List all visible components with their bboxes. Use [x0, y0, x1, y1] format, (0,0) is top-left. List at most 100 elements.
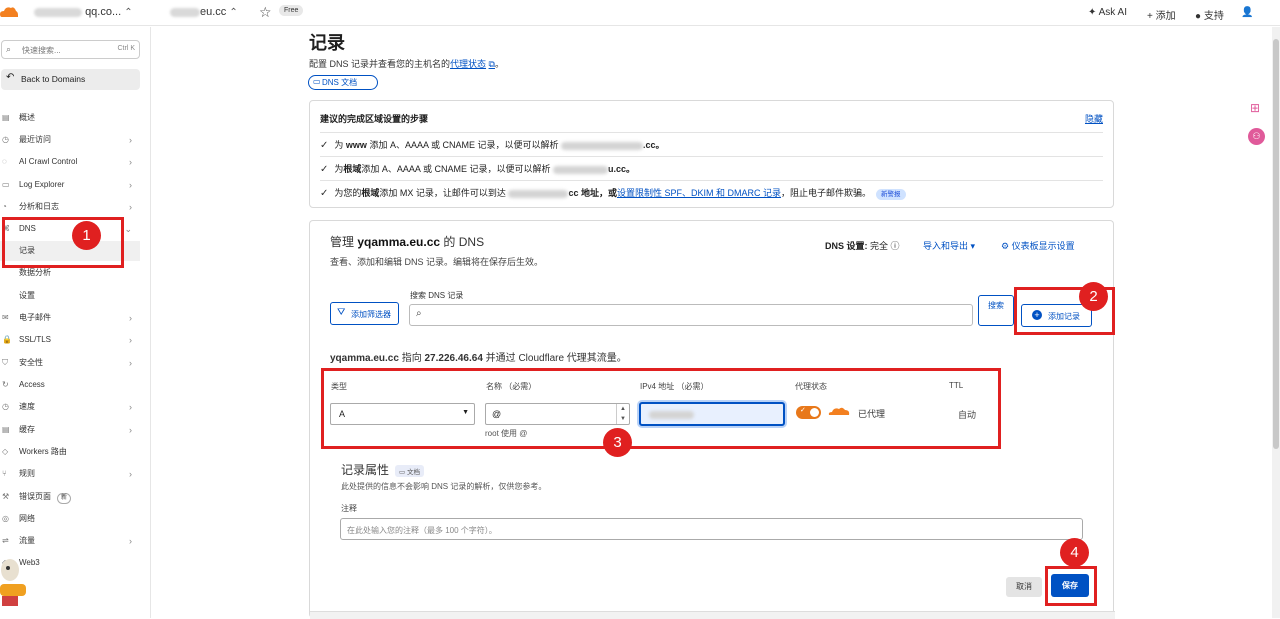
attrs-doc-label: 文档	[406, 468, 420, 476]
attrs-title-text: 记录属性	[341, 463, 390, 477]
dns-setting-label: DNS 设置:	[825, 241, 868, 251]
redacted-account	[34, 7, 82, 17]
page-scrollbar[interactable]	[1272, 27, 1280, 618]
chevron-right-icon: ›	[129, 358, 132, 368]
comment-input[interactable]: 在此处输入您的注释（最多 100 个字符）。	[340, 518, 1083, 540]
sidebar-item-overview[interactable]: ▤ 概述	[0, 108, 140, 128]
chevron-right-icon: ›	[129, 425, 132, 435]
desc-text: 配置 DNS 记录并查看您的主机名的	[309, 59, 451, 69]
right-rail: ⊞ ⚇	[1240, 27, 1272, 618]
chevron-right-icon: ›	[129, 135, 132, 145]
sidebar-item-label: AI Crawl Control	[19, 157, 78, 166]
step-text: 为	[334, 140, 344, 150]
sidebar-item-dns-settings[interactable]: 设置	[0, 286, 140, 306]
sidebar-item-cache[interactable]: ▤ 缓存 ›	[0, 420, 140, 440]
apps-icon[interactable]: ⊞	[1250, 101, 1260, 115]
sidebar-item-label: Access	[19, 380, 45, 389]
star-icon[interactable]: ☆	[259, 4, 272, 21]
back-label: Back to Domains	[21, 74, 86, 84]
sidebar-item-security[interactable]: ⛉ 安全性 ›	[0, 353, 140, 373]
speed-icon: ◷	[2, 402, 9, 411]
points-suffix: 并通过 Cloudflare 代理其流量。	[485, 353, 627, 364]
search-button[interactable]: 搜索	[978, 295, 1014, 326]
add-filter-button[interactable]: ⛛ 添加筛选器	[330, 302, 399, 325]
account-name: qq.co...	[85, 6, 122, 18]
comment-placeholder: 在此处输入您的注释（最多 100 个字符）。	[347, 526, 497, 535]
back-to-domains-button[interactable]: ↶ Back to Domains	[1, 69, 140, 90]
record-attributes-title: 记录属性 ▭ 文档	[341, 461, 424, 478]
sidebar-item-workers[interactable]: ◇ Workers 路由	[0, 442, 140, 462]
attributes-description: 此处提供的信息不会影响 DNS 记录的解析，仅供您参考。	[341, 482, 547, 491]
annotation-box-3	[321, 368, 1001, 449]
search-dns-input[interactable]: ⌕	[409, 304, 973, 326]
add-button[interactable]: + 添加	[1147, 7, 1176, 22]
support-button[interactable]: ● 支持	[1195, 7, 1224, 22]
redacted-domain	[552, 165, 608, 174]
cancel-button[interactable]: 取消	[1006, 577, 1042, 597]
zone-switcher[interactable]: eu.cc ⌃	[170, 6, 238, 18]
email-icon: ✉	[2, 313, 9, 322]
user-icon[interactable]: 👤	[1241, 7, 1253, 18]
chevron-right-icon: ›	[129, 313, 132, 323]
sidebar-item-error-pages[interactable]: ⚒ 错误页面新	[0, 487, 140, 507]
scrollbar-thumb[interactable]	[1273, 39, 1279, 449]
sidebar-item-label: 错误页面	[19, 492, 51, 501]
chevron-right-icon: ›	[129, 180, 132, 190]
sidebar-item-network[interactable]: ◎ 网络	[0, 509, 140, 529]
add-label: 添加	[1155, 11, 1176, 22]
add-filter-label: 添加筛选器	[351, 310, 391, 319]
back-arrow-icon: ↶	[6, 72, 15, 83]
cache-icon: ▤	[2, 425, 10, 434]
points-mid: 指向	[401, 353, 422, 364]
sidebar-item-email[interactable]: ✉ 电子邮件 ›	[0, 308, 140, 328]
attrs-doc-link[interactable]: ▭ 文档	[395, 464, 424, 477]
sidebar-item-label: 最近访问	[19, 135, 51, 144]
chevron-down-icon: ⌄	[124, 224, 132, 234]
proxy-status-link[interactable]: 代理状态	[450, 59, 486, 69]
cloudflare-logo-icon[interactable]	[0, 6, 18, 18]
step-text: ，阻止电子邮件欺骗。	[780, 188, 871, 198]
support-label: 支持	[1203, 11, 1224, 22]
filter-icon: ⛛	[337, 307, 346, 318]
spf-dkim-dmarc-link[interactable]: 设置限制性 SPF、DKIM 和 DMARC 记录	[617, 188, 781, 198]
annotation-box-4	[1045, 566, 1097, 606]
sidebar-item-rules[interactable]: ⑂ 规则 ›	[0, 464, 140, 484]
extension-icon[interactable]: ⚇	[1248, 128, 1265, 145]
points-to-summary: yqamma.eu.cc 指向 27.226.46.64 并通过 Cloudfl…	[330, 349, 627, 364]
dns-docs-label: DNS 文档	[322, 78, 358, 87]
setup-step: ✓ 为 www 添加 A、AAAA 或 CNAME 记录，以便可以解析 .cc。	[320, 132, 1103, 156]
sidebar-item-speed[interactable]: ◷ 速度 ›	[0, 397, 140, 417]
sidebar-item-label: 分析和日志	[19, 202, 59, 211]
annotation-number-2: 2	[1079, 282, 1108, 311]
ask-ai-button[interactable]: ✦ Ask AI	[1088, 7, 1127, 18]
setup-step: ✓ 为您的根域添加 MX 记录，让邮件可以到达 cc 地址，或设置限制性 SPF、…	[320, 180, 1103, 204]
check-icon: ✓	[320, 188, 329, 199]
lock-icon: 🔒	[2, 335, 12, 344]
annotation-number-1: 1	[72, 221, 101, 250]
sidebar-item-label: 缓存	[19, 425, 35, 434]
chevron-right-icon: ›	[129, 402, 132, 412]
sidebar-item-label: 速度	[19, 402, 35, 411]
account-switcher[interactable]: qq.co... ⌃	[34, 6, 133, 18]
caret-down-icon: ▾	[970, 241, 976, 251]
hide-link[interactable]: 隐藏	[1085, 112, 1103, 125]
sidebar-item-recent[interactable]: ◷ 最近访问 ›	[0, 130, 140, 150]
comment-label: 注释	[341, 504, 357, 513]
check-icon: ✓	[320, 164, 329, 175]
setup-heading: 建议的完成区域设置的步骤	[320, 114, 429, 124]
quick-search-input[interactable]: ⌕ 快速搜索... Ctrl K	[1, 40, 140, 59]
dns-docs-button[interactable]: ▭ DNS 文档	[308, 75, 378, 90]
top-bar: qq.co... ⌃ eu.cc ⌃ ☆ Free ✦ Ask AI + 添加 …	[0, 0, 1280, 26]
chevron-updown-icon: ⌃	[124, 7, 133, 18]
import-export-dropdown[interactable]: 导入和导出 ▾	[923, 239, 975, 252]
sidebar-item-ai-crawl[interactable]: ◌ AI Crawl Control ›	[0, 152, 140, 172]
sidebar-item-analytics[interactable]: ◔ 分析和日志 ›	[0, 197, 140, 217]
annotation-box-1	[2, 217, 124, 268]
dashboard-settings-button[interactable]: ⚙ 仪表板显示设置	[1001, 239, 1075, 252]
sidebar-item-ssl[interactable]: 🔒 SSL/TLS ›	[0, 330, 140, 350]
sidebar-item-log-explorer[interactable]: ▭ Log Explorer ›	[0, 175, 140, 195]
zone-name: eu.cc	[200, 6, 227, 18]
sidebar-item-access[interactable]: ↻ Access	[0, 375, 140, 395]
chevron-right-icon: ›	[129, 469, 132, 479]
info-icon[interactable]: ⓘ	[891, 241, 900, 251]
